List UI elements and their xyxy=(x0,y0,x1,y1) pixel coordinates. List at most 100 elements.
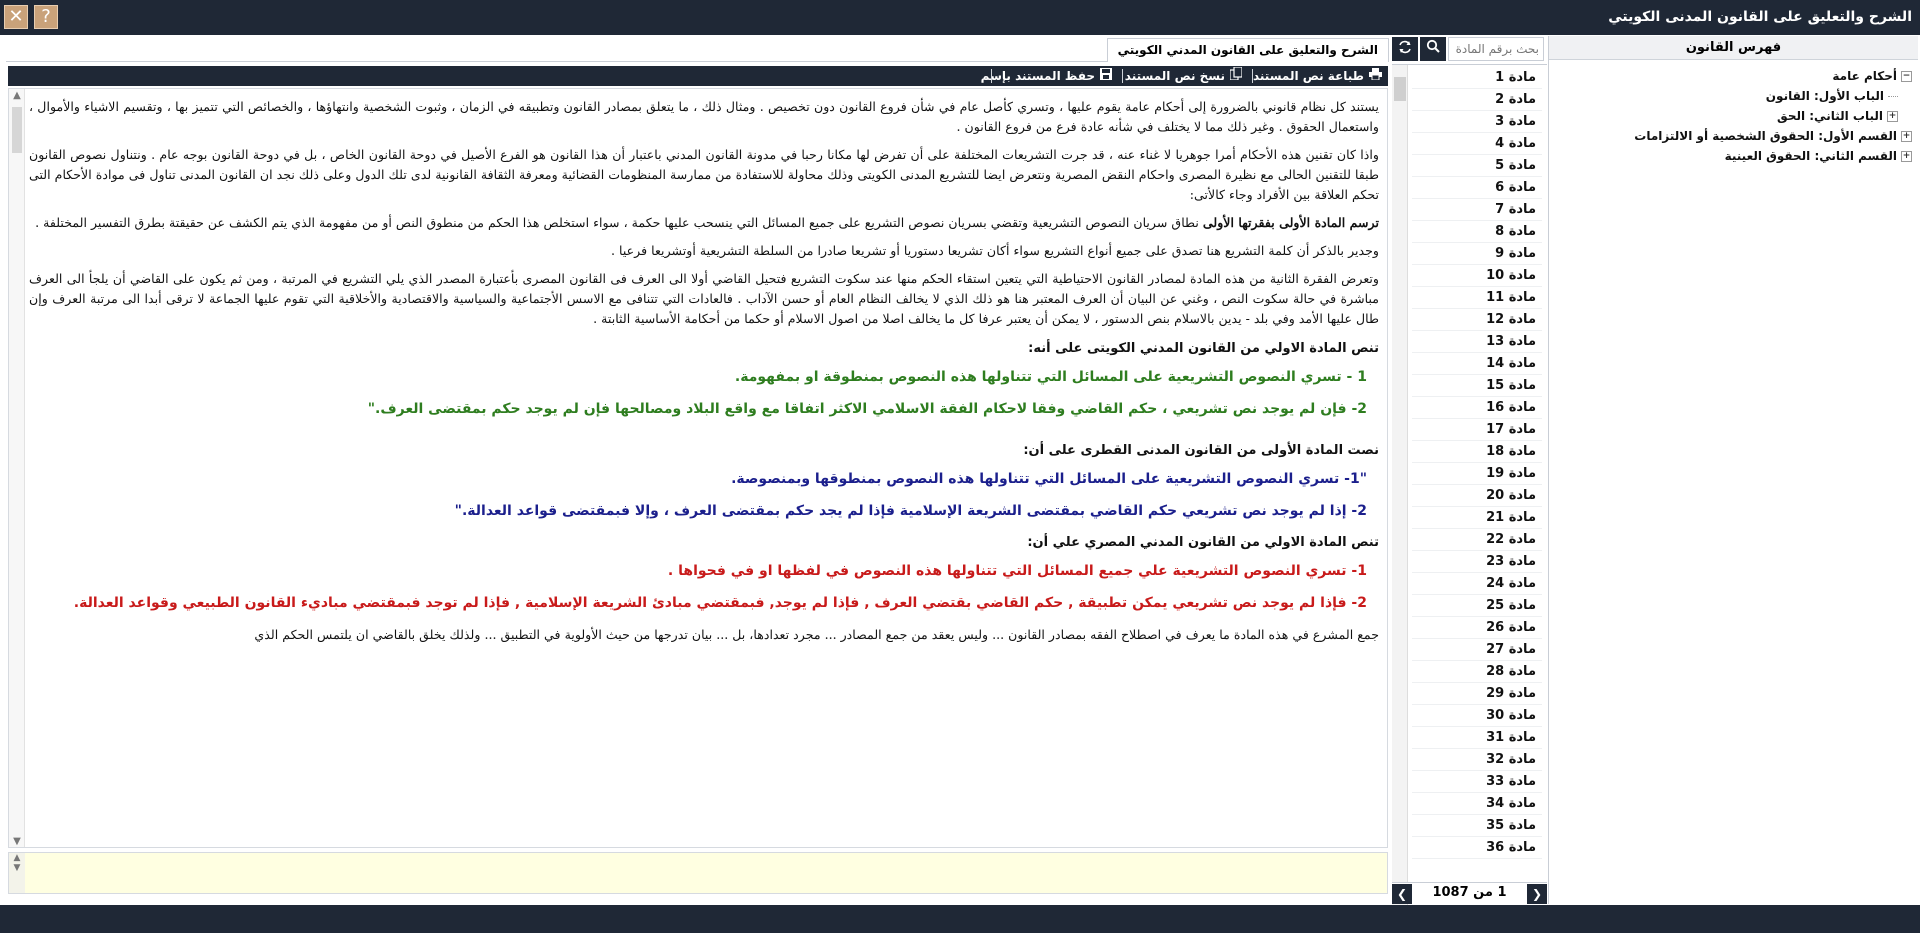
tree-node[interactable]: − أحكام عامة xyxy=(1552,66,1912,86)
law-clause: 2- فإذا لم يوجد نص تشريعي يمكن تطبيقة , … xyxy=(73,595,1367,611)
tree-connector xyxy=(1888,95,1898,97)
article-list-item[interactable]: مادة 1 xyxy=(1412,67,1542,89)
refresh-button[interactable] xyxy=(1392,37,1418,61)
article-list-item[interactable]: مادة 23 xyxy=(1412,551,1542,573)
article-list-item[interactable]: مادة 15 xyxy=(1412,375,1542,397)
article-list-item[interactable]: مادة 18 xyxy=(1412,441,1542,463)
article-list-item[interactable]: مادة 13 xyxy=(1412,331,1542,353)
article-list-item[interactable]: مادة 31 xyxy=(1412,727,1542,749)
document-text: يستند كل نظام قانوني بالضرورة إلى أحكام … xyxy=(29,97,1379,653)
tree-node[interactable]: + الباب الثاني: الحق xyxy=(1552,106,1912,126)
copy-button[interactable]: نسخ نص المستند xyxy=(1125,66,1243,86)
tree-node[interactable]: الباب الأول: القانون xyxy=(1552,86,1912,106)
article-list-item[interactable]: مادة 7 xyxy=(1412,199,1542,221)
search-button[interactable] xyxy=(1420,37,1446,61)
app-window: ✕ ? الشرح والتعليق على القانون المدنى ال… xyxy=(0,0,1920,933)
article-list-item[interactable]: مادة 33 xyxy=(1412,771,1542,793)
paragraph: ترسم المادة الأولى بفقرتها الأولى نطاق س… xyxy=(29,213,1379,233)
article-list-scrollbar[interactable] xyxy=(1392,65,1408,909)
toolbar-divider xyxy=(1122,69,1123,83)
article-list-item[interactable]: مادة 22 xyxy=(1412,529,1542,551)
article-list-item[interactable]: مادة 19 xyxy=(1412,463,1542,485)
article-list: مادة 1 مادة 2 مادة 3 مادة 4 مادة 5 مادة 6 مادة… xyxy=(1392,64,1547,909)
tree-node-label: القسم الثاني: الحقوق العينية xyxy=(1724,149,1897,163)
article-list-item[interactable]: مادة 17 xyxy=(1412,419,1542,441)
toolbar-divider xyxy=(991,69,992,83)
print-label: طباعة نص المستند xyxy=(1252,69,1364,83)
article-list-item[interactable]: مادة 28 xyxy=(1412,661,1542,683)
scroll-up-arrow[interactable]: ▲ xyxy=(9,89,25,103)
expand-icon[interactable]: + xyxy=(1901,150,1912,162)
article-list-item[interactable]: مادة 24 xyxy=(1412,573,1542,595)
tree-node-label: الباب الثاني: الحق xyxy=(1777,109,1883,123)
scroll-thumb[interactable] xyxy=(12,107,22,153)
article-list-item[interactable]: مادة 20 xyxy=(1412,485,1542,507)
article-list-item[interactable]: مادة 5 xyxy=(1412,155,1542,177)
article-list-item[interactable]: مادة 34 xyxy=(1412,793,1542,815)
section-heading: نصت المادة الأولى من القانون المدنى القط… xyxy=(1023,443,1379,458)
article-list-item[interactable]: مادة 14 xyxy=(1412,353,1542,375)
article-list-item[interactable]: مادة 16 xyxy=(1412,397,1542,419)
pager-status: 1 من 1087 xyxy=(1432,885,1507,900)
law-index-panel: فهرس القانون − أحكام عامة الباب الأول: الق… xyxy=(1548,36,1918,904)
article-list-item[interactable]: مادة 4 xyxy=(1412,133,1542,155)
close-button[interactable]: ✕ xyxy=(4,5,28,29)
article-list-item[interactable]: مادة 25 xyxy=(1412,595,1542,617)
article-list-item[interactable]: مادة 8 xyxy=(1412,221,1542,243)
paragraph: وجدير بالذكر أن كلمة التشريع هنا تصدق عل… xyxy=(611,243,1379,258)
article-panel: مادة 1مادة 2مادة 3مادة 4مادة 5مادة 6مادة… xyxy=(1392,36,1547,909)
help-button[interactable]: ? xyxy=(34,5,58,29)
article-list-item[interactable]: مادة 27 xyxy=(1412,639,1542,661)
article-search-input[interactable] xyxy=(1448,37,1544,61)
article-list-item[interactable]: مادة 35 xyxy=(1412,815,1542,837)
collapse-icon[interactable]: − xyxy=(1901,70,1912,82)
toolbar-divider xyxy=(1252,69,1253,83)
document-viewer[interactable]: ▲ ▼ يستند كل نظام قانوني بالضرورة إلى أح… xyxy=(8,88,1388,848)
tree-node-label: القسم الأول: الحقوق الشخصية أو الالتزاما… xyxy=(1634,129,1897,143)
section-heading: تنص المادة الاولي من القانون المدني الكو… xyxy=(1028,341,1379,356)
content-panel: الشرح والتعليق على القانون المدني الكويت… xyxy=(6,36,1389,904)
save-as-button[interactable]: حفظ المستند بإسم xyxy=(981,66,1113,86)
article-list-item[interactable]: مادة 10 xyxy=(1412,265,1542,287)
scroll-down-arrow[interactable]: ▼ xyxy=(9,835,25,847)
pager-next-button[interactable]: ❯ xyxy=(1527,884,1547,904)
article-list-item[interactable]: مادة 32 xyxy=(1412,749,1542,771)
article-list-item[interactable]: مادة 26 xyxy=(1412,617,1542,639)
notes-box[interactable]: ▲ ▼ xyxy=(8,852,1388,894)
article-list-item[interactable]: مادة 3 xyxy=(1412,111,1542,133)
article-list-item[interactable]: مادة 36 xyxy=(1412,837,1542,859)
expand-icon[interactable]: + xyxy=(1901,130,1912,142)
article-list-item[interactable]: مادة 29 xyxy=(1412,683,1542,705)
refresh-icon xyxy=(1399,40,1411,54)
document-toolbar: طباعة نص المستند نسخ نص المستند حفظ المس… xyxy=(8,66,1388,86)
magnifier-icon xyxy=(1426,39,1440,53)
tree-node[interactable]: + القسم الثاني: الحقوق العينية xyxy=(1552,146,1912,166)
tree-node[interactable]: + القسم الأول: الحقوق الشخصية أو الالتزام… xyxy=(1552,126,1912,146)
article-list-item[interactable]: مادة 30 xyxy=(1412,705,1542,727)
document-scrollbar[interactable]: ▲ ▼ xyxy=(9,89,25,847)
printer-icon xyxy=(1368,66,1382,86)
search-bar xyxy=(1392,36,1547,62)
article-list-item[interactable]: مادة 6 xyxy=(1412,177,1542,199)
notes-scrollbar[interactable]: ▲ ▼ xyxy=(9,853,25,893)
article-list-item[interactable]: مادة 21 xyxy=(1412,507,1542,529)
article-list-item[interactable]: مادة 2 xyxy=(1412,89,1542,111)
law-clause: "1- تسري النصوص التشريعية على المسائل ال… xyxy=(731,471,1367,487)
tab-commentary[interactable]: الشرح والتعليق على القانون المدني الكويت… xyxy=(1106,38,1389,62)
article-list-item[interactable]: مادة 11 xyxy=(1412,287,1542,309)
article-pager: ❮ 1 من 1087 ❯ xyxy=(1392,882,1547,904)
law-clause: 2- إذا لم يوجد نص تشريعي حكم القاضي بمقت… xyxy=(454,503,1367,519)
help-icon: ? xyxy=(41,6,51,27)
paragraph: واذا كان تقنين هذه الأحكام أمرا جوهريا ل… xyxy=(29,147,1379,202)
chevron-left-icon: ❮ xyxy=(1396,887,1408,901)
expand-icon[interactable]: + xyxy=(1887,110,1898,122)
scroll-thumb[interactable] xyxy=(1394,77,1406,101)
paragraph-lead: ترسم المادة الأولى بفقرتها الأولى xyxy=(1202,215,1379,230)
pager-prev-button[interactable]: ❮ xyxy=(1392,884,1412,904)
print-button[interactable]: طباعة نص المستند xyxy=(1253,66,1382,86)
window-title: الشرح والتعليق على القانون المدنى الكويت… xyxy=(1608,9,1912,25)
save-icon xyxy=(1099,66,1113,86)
article-list-item[interactable]: مادة 12 xyxy=(1412,309,1542,331)
status-bar xyxy=(0,905,1920,933)
article-list-item[interactable]: مادة 9 xyxy=(1412,243,1542,265)
